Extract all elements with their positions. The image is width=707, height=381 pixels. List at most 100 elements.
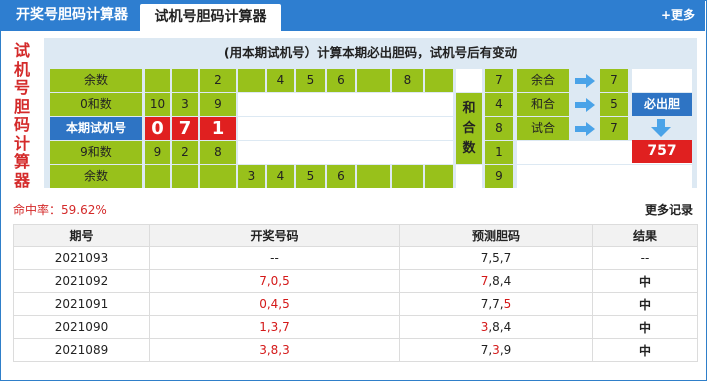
prediction-number: ,5,7: [488, 251, 512, 265]
right-value: 7: [600, 69, 628, 92]
remainder-cell: [172, 165, 198, 188]
result-cell: 中: [592, 338, 698, 362]
issue-cell: 2021090: [13, 315, 150, 339]
prediction-number: 7,: [480, 343, 493, 357]
prediction-number: 3: [492, 343, 500, 357]
table-row: 2021089 3,8,3 7,3,9 中: [13, 338, 698, 362]
remainder-cell: [200, 165, 236, 188]
remainder-cell: [357, 165, 390, 188]
test-number-digit: 0: [145, 117, 170, 140]
remainder-cell: [425, 165, 453, 188]
sum-combination-char: 数: [462, 141, 476, 156]
result-cell: --: [592, 246, 698, 270]
remainder-cell: [357, 69, 390, 92]
side-title-char: 器: [13, 170, 30, 190]
prediction-number: 5: [503, 297, 512, 311]
tab-draw-calculator[interactable]: 开奖号胆码计算器: [6, 0, 138, 31]
prediction-cell: 7,8,4: [399, 269, 593, 293]
column-value: 4: [485, 93, 513, 116]
header-result: 结果: [592, 224, 698, 247]
draw-number: --: [270, 251, 279, 265]
remainder-cell: 4: [267, 165, 294, 188]
issue-cell: 2021093: [13, 246, 150, 270]
right-arrow-icon: [575, 122, 595, 136]
issue-cell: 2021091: [13, 292, 150, 316]
draw-cell: 7,0,5: [149, 269, 400, 293]
column-value: 9: [485, 165, 513, 188]
blank-cell: [456, 165, 482, 188]
row-label-4: 9和数: [50, 141, 142, 164]
remainder-cell: 3: [238, 165, 265, 188]
sum-cell: 2: [172, 141, 198, 164]
blank-cell: [238, 141, 453, 164]
test-number-digit: 7: [172, 117, 198, 140]
right-label: 余合: [517, 69, 569, 92]
row-label-1: 余数: [50, 69, 142, 92]
blank-cell: [456, 69, 482, 92]
right-arrow-icon: [575, 74, 595, 88]
remainder-cell: 6: [327, 69, 355, 92]
column-value: 8: [485, 117, 513, 140]
side-title-char: 胆: [13, 96, 30, 116]
blank-cell: [238, 93, 453, 116]
issue-cell: 2021089: [13, 338, 150, 362]
notice-text: (用本期试机号）计算本期必出胆码，试机号后有变动: [223, 45, 518, 60]
side-title: 试机号胆码计算器: [13, 41, 31, 190]
table-row: 2021090 1,3,7 3,8,4 中: [13, 315, 698, 339]
blank-cell: [632, 69, 692, 92]
table-row: 2021091 0,4,5 7,7,5 中: [13, 292, 698, 316]
remainder-cell: [425, 69, 453, 92]
result-cell: 中: [592, 292, 698, 316]
remainder-cell: 5: [296, 165, 325, 188]
table-row: 2021092 7,0,5 7,8,4 中: [13, 269, 698, 293]
side-title-char: 号: [13, 78, 30, 97]
sum-cell: 3: [172, 93, 198, 116]
records-table: 期号 开奖号码 预测胆码 结果 2021093 -- 7,5,7 -- 2021092 7…: [13, 224, 698, 362]
remainder-cell: 2: [200, 69, 236, 92]
prediction-number: 7,7,: [480, 297, 504, 311]
must-appear-label: 必出胆: [632, 93, 692, 116]
right-label: 试合: [517, 117, 569, 140]
table-row: 2021093 -- 7,5,7 --: [13, 246, 698, 270]
more-link[interactable]: +更多: [661, 0, 695, 31]
hit-rate: 命中率：59.62%: [13, 203, 107, 217]
test-number-digit: 1: [200, 117, 236, 140]
blank-cell: [517, 165, 692, 188]
remainder-cell: [392, 165, 423, 188]
draw-number: 3,8,3: [259, 343, 290, 357]
prediction-cell: 7,7,5: [399, 292, 593, 316]
remainder-cell: 4: [267, 69, 294, 92]
tab-test-calculator[interactable]: 试机号胆码计算器: [140, 4, 281, 31]
more-records-link[interactable]: 更多记录: [645, 201, 693, 218]
draw-cell: 3,8,3: [149, 338, 400, 362]
remainder-cell: [145, 69, 170, 92]
column-value: 7: [485, 69, 513, 92]
down-arrow-icon: [651, 119, 671, 137]
prediction-number: ,8,4: [488, 274, 512, 288]
header-draw: 开奖号码: [149, 224, 400, 247]
sum-combination-char: 和: [462, 101, 476, 116]
side-title-char: 码: [13, 115, 30, 134]
sum-cell: 9: [200, 93, 236, 116]
right-arrow-icon: [575, 98, 595, 112]
header-issue: 期号: [13, 224, 150, 247]
header-prediction: 预测胆码: [399, 224, 593, 247]
issue-cell: 2021092: [13, 269, 150, 293]
prediction-cell: 7,5,7: [399, 246, 593, 270]
sum-cell: 9: [145, 141, 170, 164]
prediction-cell: 3,8,4: [399, 315, 593, 339]
right-label: 和合: [517, 93, 569, 116]
sum-cell: 10: [145, 93, 170, 116]
draw-number: 0,4,5: [259, 297, 290, 311]
prediction-cell: 7,3,9: [399, 338, 593, 362]
side-title-char: 算: [13, 152, 30, 171]
table-header-row: 期号 开奖号码 预测胆码 结果: [13, 224, 698, 247]
draw-number: 7,0,5: [259, 274, 290, 288]
row-label-5: 余数: [50, 165, 142, 188]
right-value: 5: [600, 93, 628, 116]
remainder-cell: 8: [392, 69, 423, 92]
sum-combination-label: 和合数: [456, 93, 482, 164]
right-value: 7: [600, 117, 628, 140]
draw-cell: 0,4,5: [149, 292, 400, 316]
sum-cell: 8: [200, 141, 236, 164]
